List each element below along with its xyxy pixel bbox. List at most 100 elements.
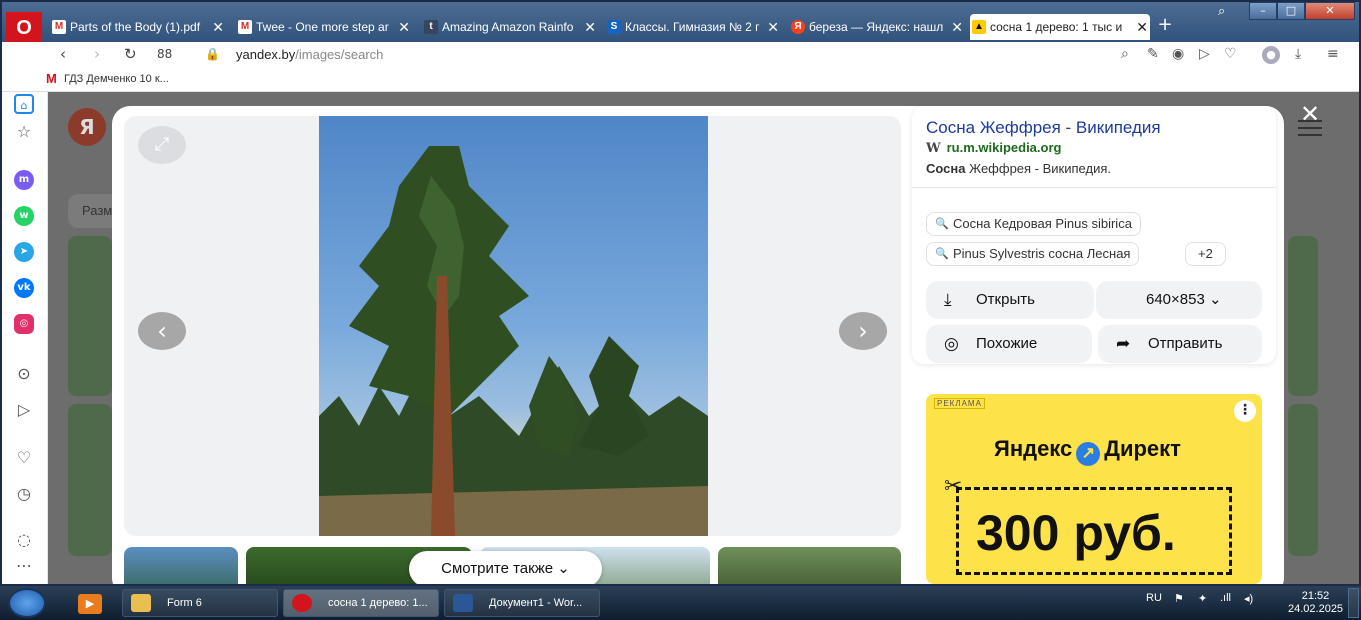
media-player-icon[interactable]: ▶: [78, 594, 102, 614]
history-icon[interactable]: ◷: [14, 484, 34, 504]
tray-flag-icon[interactable]: ✦: [1198, 592, 1207, 605]
tab-close-icon[interactable]: ✕: [767, 14, 779, 40]
tab-bereza-yandex[interactable]: Ябереза — Яндекс: нашл ✕: [789, 14, 965, 40]
source-title-link[interactable]: Сосна Жеффрея - Википедия: [926, 118, 1161, 138]
show-desktop-button[interactable]: [1348, 588, 1359, 618]
source-description: Сосна Жеффрея - Википедия.: [926, 161, 1111, 176]
signal-icon[interactable]: .ıll: [1220, 592, 1231, 604]
close-modal-icon[interactable]: ✕: [1300, 100, 1320, 128]
tab-close-icon[interactable]: ✕: [584, 14, 596, 40]
vk-icon[interactable]: vk: [14, 278, 34, 298]
tab-search-icon[interactable]: ⌕: [1218, 4, 1225, 19]
opera-menu-button[interactable]: O: [6, 12, 42, 44]
maximize-button[interactable]: □: [1277, 2, 1305, 20]
camera-icon[interactable]: ◉: [1172, 46, 1184, 62]
see-also-button[interactable]: Смотрите также ⌄: [409, 551, 602, 584]
taskbar-item-form6[interactable]: Form 6: [122, 589, 278, 617]
bookmark-gdz[interactable]: ГДЗ Демченко 10 к...: [64, 73, 169, 85]
tab-close-icon[interactable]: ✕: [1136, 14, 1148, 40]
similar-button[interactable]: ◎ Похожие: [926, 325, 1092, 363]
tray-network-icon[interactable]: ⚑: [1174, 592, 1184, 605]
next-image-button[interactable]: ›: [839, 312, 887, 350]
edit-icon[interactable]: ✎: [1147, 46, 1159, 62]
chevron-down-icon: ⌄: [1209, 291, 1222, 308]
source-host[interactable]: Wru.m.wikipedia.org: [926, 140, 1061, 156]
tab-parts-of-body[interactable]: M Parts of the Body (1).pdf ✕: [50, 14, 226, 40]
pinboard-icon[interactable]: ☆: [14, 122, 34, 142]
ad-brand: Яндекс ↗ Директ: [994, 436, 1181, 466]
start-button[interactable]: [8, 588, 46, 618]
bookmarks-bar: M ГДЗ Демченко 10 к...: [2, 68, 1359, 92]
taskbar-item-opera[interactable]: сосна 1 дерево: 1...: [283, 589, 439, 617]
opera-icon: [292, 594, 312, 612]
send-sidebar-icon[interactable]: ▷: [14, 400, 34, 420]
volume-icon[interactable]: ◂): [1244, 592, 1253, 605]
gmail-icon: M: [238, 20, 252, 34]
tab-sosna-active[interactable]: ▲ сосна 1 дерево: 1 тыс и ✕: [970, 14, 1150, 40]
lens-icon[interactable]: ⌕: [1121, 46, 1129, 62]
home-icon[interactable]: ⌂: [14, 94, 34, 114]
more-tags-chip[interactable]: +2: [1185, 242, 1226, 266]
bg-image-tile: [68, 404, 112, 556]
more-icon[interactable]: ⋯: [14, 556, 34, 576]
related-thumb[interactable]: [124, 547, 238, 584]
word-icon: [453, 594, 473, 612]
url-field[interactable]: yandex.by/images/search: [236, 47, 383, 62]
close-window-button[interactable]: ✕: [1305, 2, 1355, 20]
tab-close-icon[interactable]: ✕: [398, 14, 410, 40]
address-bar: ‹ › ↻ 88 🔒 yandex.by/images/search ⌕ ✎ ◉…: [2, 42, 1359, 68]
taskbar-item-word[interactable]: Документ1 - Wor...: [444, 589, 600, 617]
system-clock[interactable]: 21:52 24.02.2025: [1288, 590, 1343, 616]
share-button[interactable]: ➦ Отправить: [1098, 325, 1262, 363]
tag-chip[interactable]: 🔍 Сосна Кедровая Pinus sibirica: [926, 212, 1141, 236]
search-icon: 🔍: [935, 218, 949, 230]
messenger-icon[interactable]: m: [14, 170, 34, 190]
bg-image-tile: [1288, 236, 1318, 396]
minimize-button[interactable]: –: [1249, 2, 1277, 20]
tab-amazon-rainforest[interactable]: t Amazing Amazon Rainfo ✕: [422, 14, 598, 40]
extensions-icon[interactable]: ◌: [14, 530, 34, 550]
back-icon[interactable]: ‹: [60, 45, 66, 63]
page-content: Я Разм ⤢ ‹ › Смотрите также ⌄ Сосна Жефф…: [48, 92, 1359, 584]
favorites-icon[interactable]: ♡: [14, 448, 34, 468]
yandex-direct-ad[interactable]: РЕКЛАМА ⋮ Яндекс ↗ Директ ✂ 300 руб.: [926, 394, 1262, 584]
settings-icon[interactable]: ≡: [1327, 46, 1339, 62]
related-thumb[interactable]: [718, 547, 901, 584]
tab-gymnasium[interactable]: S Классы. Гимназия № 2 г ✕: [605, 14, 781, 40]
tab-close-icon[interactable]: ✕: [212, 14, 224, 40]
open-button[interactable]: ⤓ Открыть: [926, 281, 1094, 319]
speed-dial-icon[interactable]: 88: [157, 47, 172, 61]
windows-taskbar: ▶ Form 6 сосна 1 дерево: 1... Документ1 …: [0, 586, 1361, 620]
telegram-icon[interactable]: ➤: [14, 242, 34, 262]
size-dropdown[interactable]: 640×853 ⌄: [1096, 281, 1262, 319]
heart-icon[interactable]: ♡: [1224, 46, 1237, 62]
bg-image-tile: [1288, 404, 1318, 556]
expand-icon[interactable]: ⤢: [138, 126, 186, 164]
forward-icon[interactable]: ›: [94, 45, 100, 63]
direct-logo-icon: ↗: [1076, 442, 1101, 466]
new-tab-button[interactable]: +: [1155, 15, 1175, 35]
tab-close-icon[interactable]: ✕: [951, 14, 963, 40]
image-viewer-modal: ⤢ ‹ › Смотрите также ⌄ Сосна Жеффрея - В…: [112, 106, 1284, 584]
yandex-logo[interactable]: Я: [68, 108, 106, 146]
tag-chip[interactable]: 🔍 Pinus Sylvestris сосна Лесная: [926, 242, 1140, 266]
ad-label: РЕКЛАМА: [934, 398, 985, 409]
download-icon[interactable]: ⤓: [1295, 46, 1301, 62]
send-icon[interactable]: ▷: [1199, 46, 1210, 62]
lock-icon: 🔒: [205, 47, 220, 61]
tab-twee[interactable]: M Twee - One more step ar ✕: [236, 14, 412, 40]
language-indicator[interactable]: RU: [1146, 592, 1162, 604]
player-icon[interactable]: ⊙: [14, 364, 34, 384]
images-icon: ▲: [972, 20, 986, 34]
download-icon: ⤓: [944, 290, 952, 309]
reload-icon[interactable]: ↻: [124, 45, 137, 63]
prev-image-button[interactable]: ‹: [138, 312, 186, 350]
search-icon: 🔍: [935, 248, 949, 260]
profile-avatar-icon[interactable]: ●: [1262, 46, 1280, 64]
instagram-icon[interactable]: ◎: [14, 314, 34, 334]
pine-tree-photo[interactable]: [319, 116, 708, 536]
whatsapp-icon[interactable]: w: [14, 206, 34, 226]
image-area: ⤢ ‹ ›: [124, 116, 901, 536]
gmail-icon: M: [52, 20, 66, 34]
ad-menu-icon[interactable]: ⋮: [1234, 400, 1256, 422]
